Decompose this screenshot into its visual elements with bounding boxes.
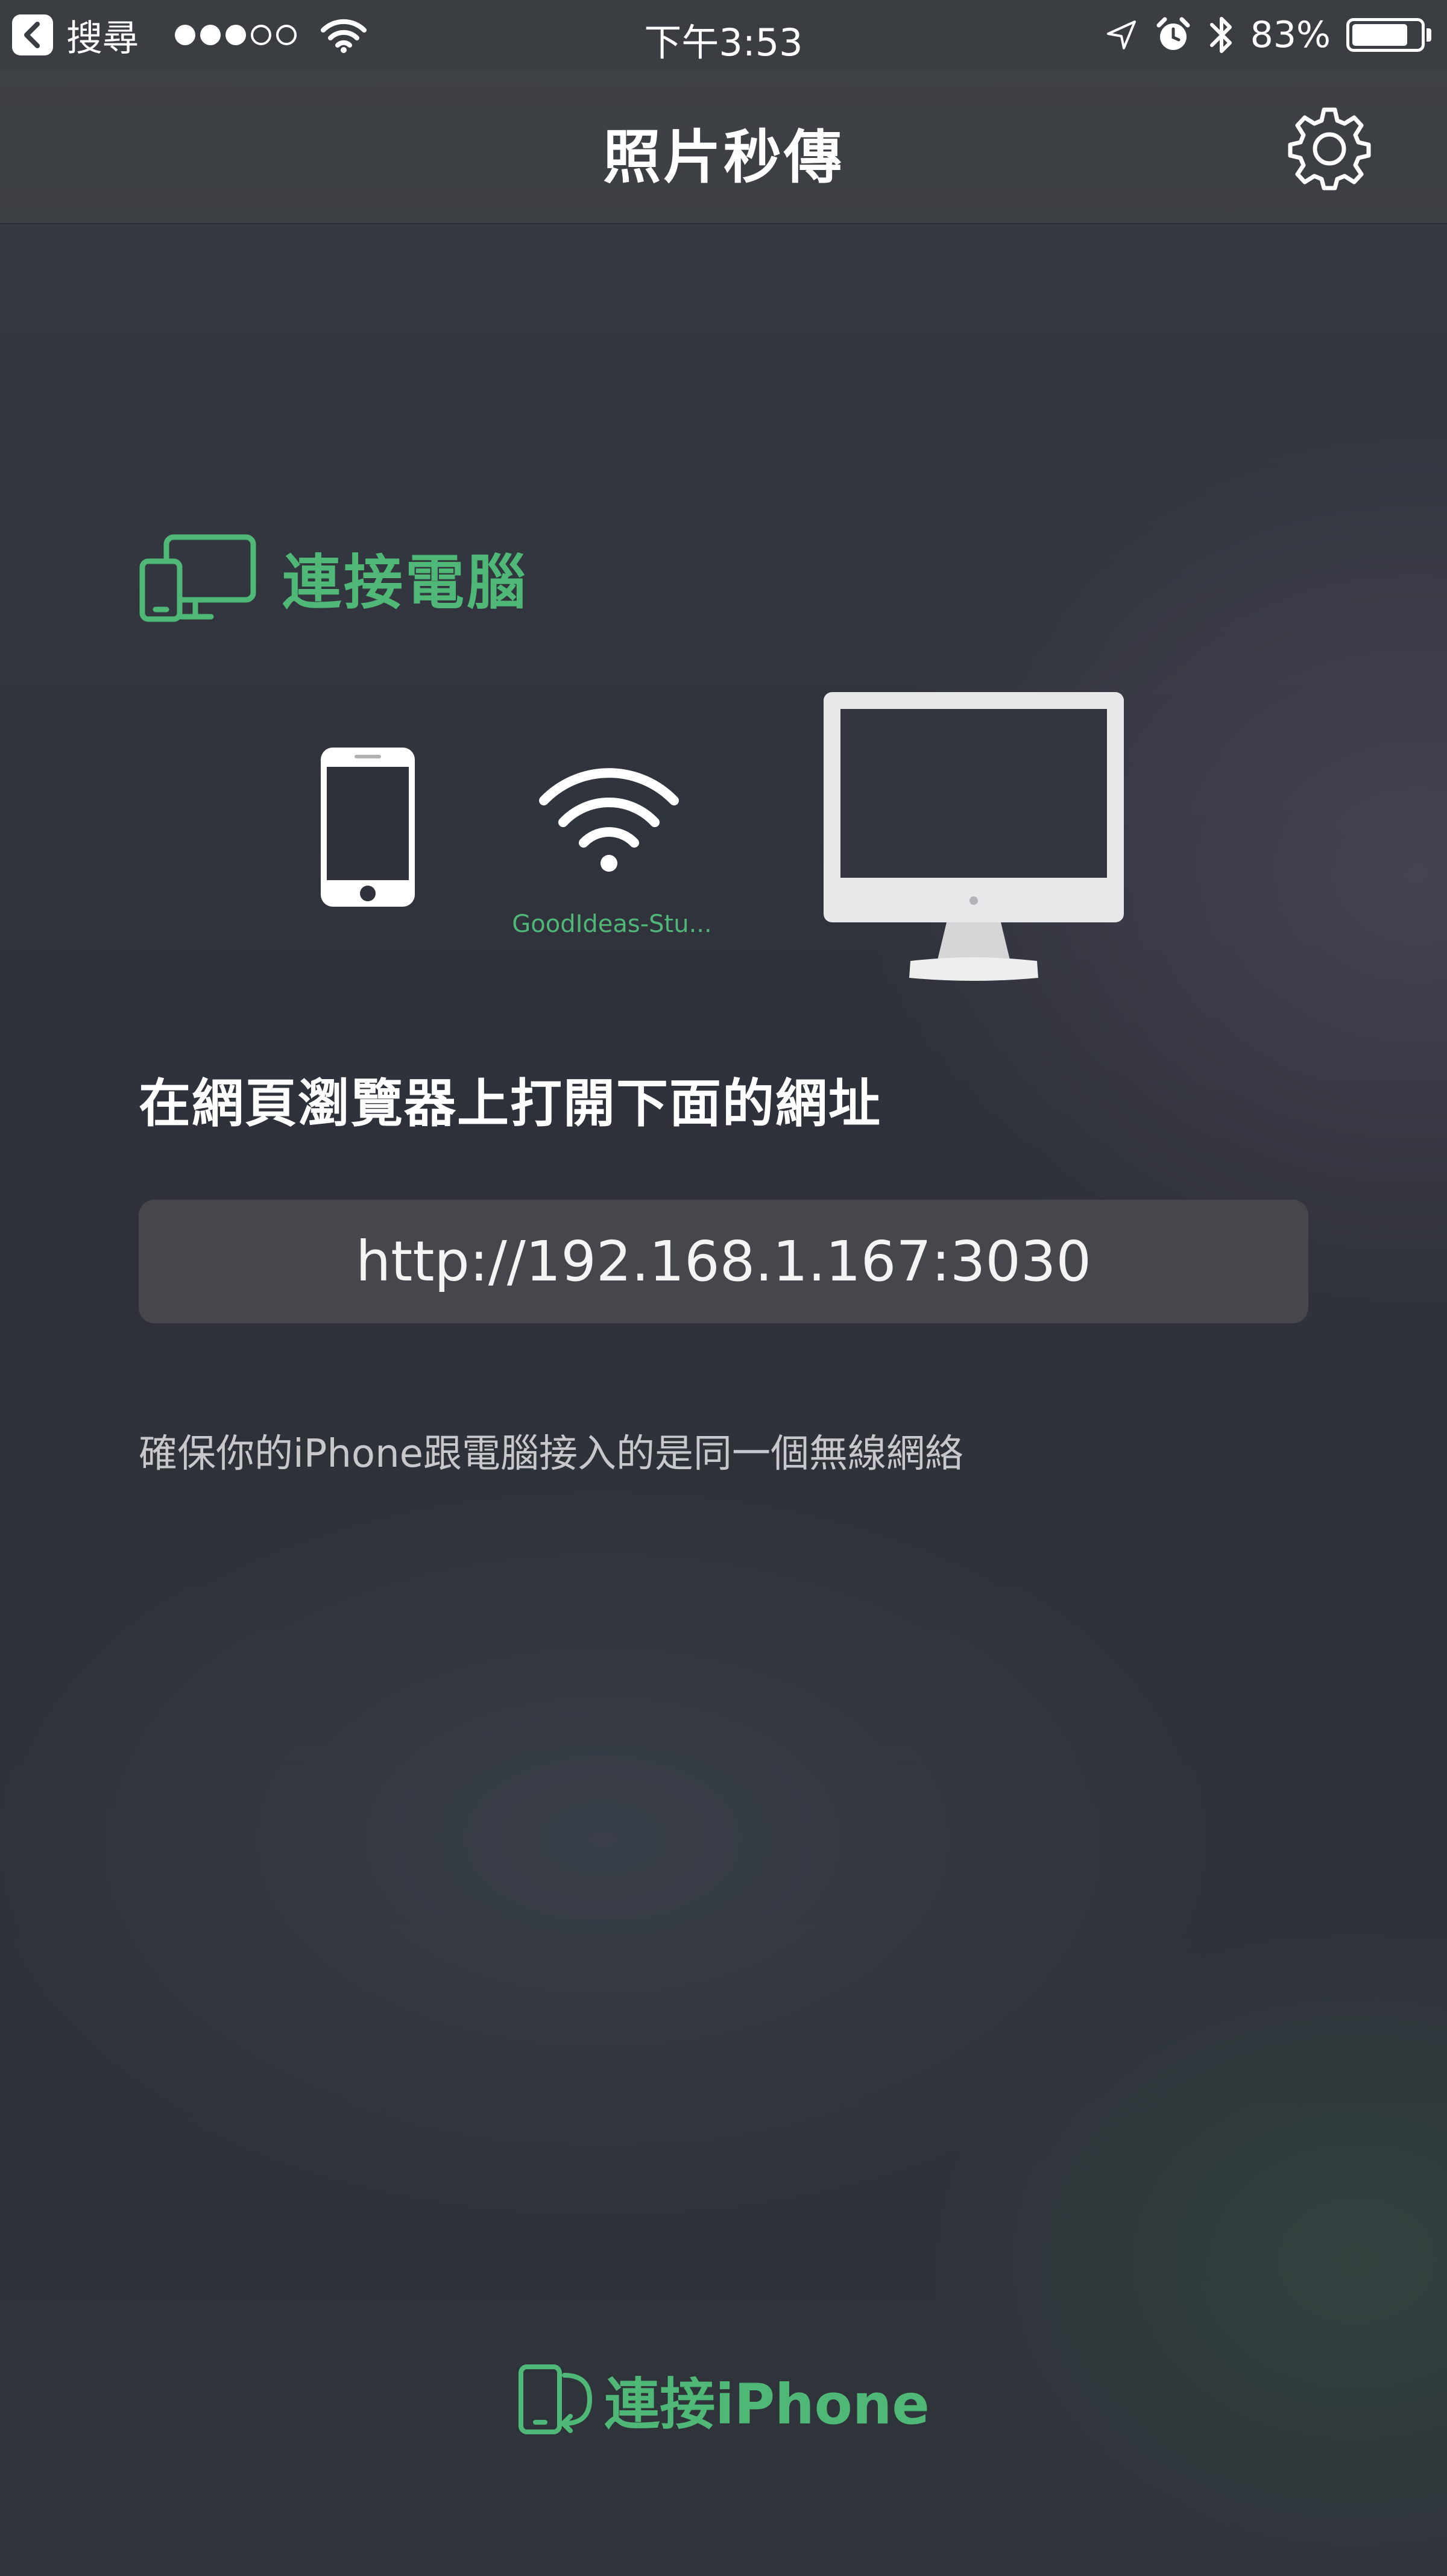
navigation-bar: 照片秒傳 [0, 69, 1447, 224]
connect-iphone-label[interactable]: 連接iPhone [604, 2360, 930, 2440]
status-bar-right: 83% [1089, 13, 1431, 57]
monitor-icon [824, 692, 1124, 981]
wifi-icon [539, 768, 679, 872]
connect-computer-label: 連接電腦 [282, 549, 529, 617]
server-url-field[interactable]: http://192.168.1.167:3030 [139, 1200, 1308, 1323]
instruction-text: 在網頁瀏覽器上打開下面的網址 [139, 1074, 881, 1134]
location-arrow-icon [1106, 20, 1136, 49]
battery-percent: 83% [1250, 14, 1331, 56]
settings-button[interactable] [1284, 102, 1375, 193]
smartphone-icon [321, 748, 415, 907]
status-bar: 搜尋 下午3:53 83% [0, 0, 1447, 69]
battery-level-fill [1352, 24, 1408, 46]
battery-icon [1346, 18, 1431, 52]
alarm-icon [1156, 17, 1190, 50]
phone-link-icon [519, 2364, 593, 2434]
server-url-text[interactable]: http://192.168.1.167:3030 [356, 1229, 1091, 1294]
page-title: 照片秒傳 [603, 124, 844, 191]
app-screen: 搜尋 下午3:53 83% 照片秒傳 連接電腦 GoodIdeas-Stu...… [0, 0, 1447, 2576]
wifi-network-name: GoodIdeas-Stu... [512, 910, 712, 938]
devices-icon [139, 534, 256, 622]
connect-computer-heading: 連接電腦 [137, 529, 528, 626]
gear-icon [1288, 107, 1371, 191]
connect-iphone-button[interactable]: 連接iPhone [0, 2351, 1447, 2448]
same-network-note: 確保你的iPhone跟電腦接入的是同一個無線網絡 [139, 1432, 964, 1476]
bluetooth-icon [1209, 17, 1232, 53]
